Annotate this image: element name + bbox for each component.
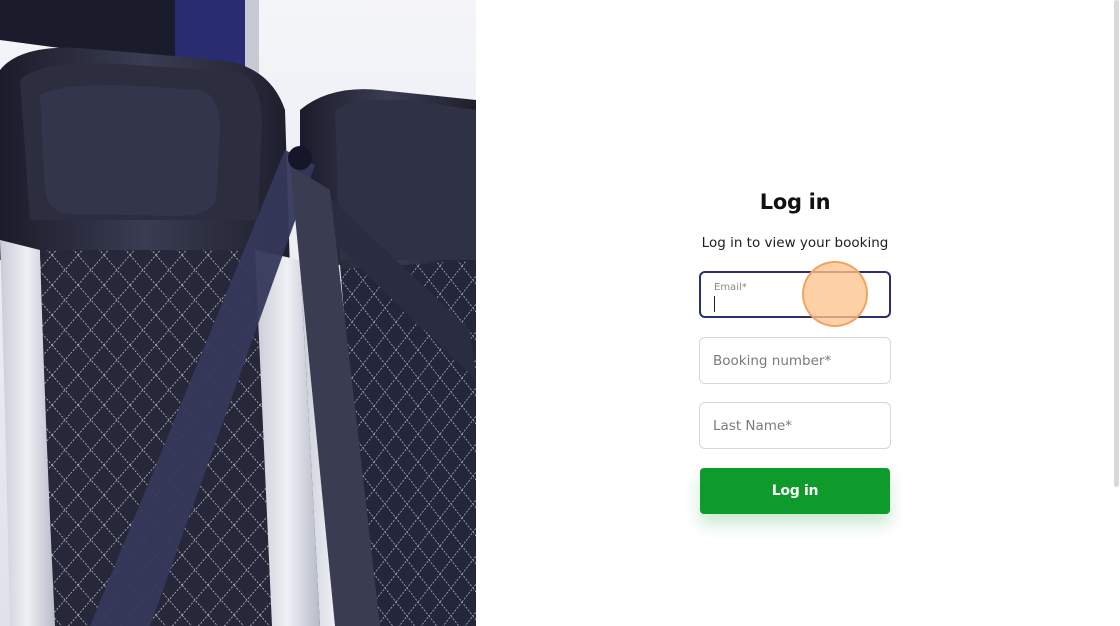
- scrollbar[interactable]: [1113, 0, 1120, 626]
- email-label: Email*: [714, 282, 747, 293]
- last-name-field[interactable]: [700, 403, 890, 448]
- bus-seat-photo: [0, 0, 476, 626]
- last-name-field-wrapper: [699, 402, 891, 449]
- hero-image: [0, 0, 476, 626]
- page-title: Log in: [759, 190, 831, 214]
- booking-number-field-wrapper: [699, 337, 891, 384]
- scrollbar-thumb[interactable]: [1114, 0, 1119, 487]
- text-caret: [714, 296, 715, 312]
- login-button[interactable]: Log in: [700, 468, 890, 514]
- login-subtitle: Log in to view your booking: [701, 235, 889, 251]
- click-indicator: [802, 261, 868, 327]
- booking-number-field[interactable]: [700, 338, 890, 383]
